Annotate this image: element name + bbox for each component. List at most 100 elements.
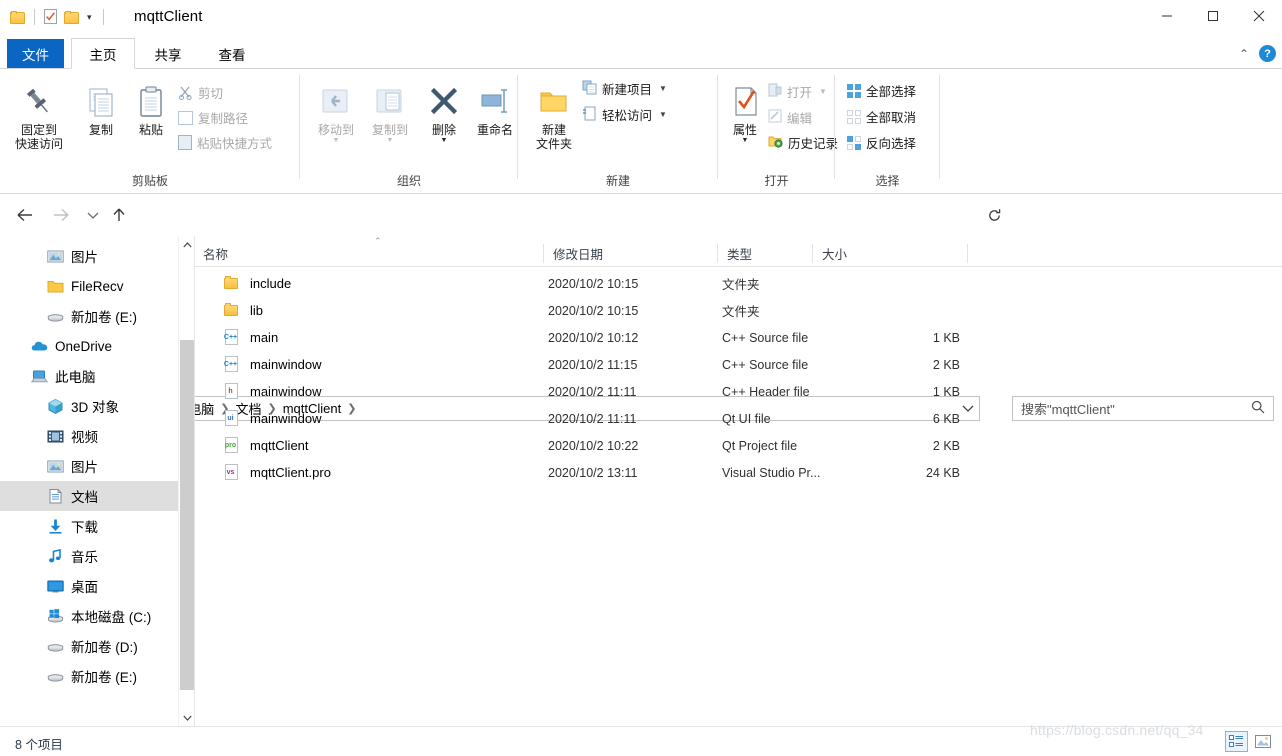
table-row[interactable]: include 2020/10/2 10:15 文件夹	[195, 270, 1282, 297]
properties-icon[interactable]	[44, 9, 58, 25]
column-header-name[interactable]: 名称	[203, 240, 548, 267]
edit-button[interactable]: 编辑	[768, 107, 812, 128]
sidebar-item-11[interactable]: 音乐	[0, 541, 178, 571]
file-name-cell[interactable]: include	[223, 270, 291, 297]
table-row[interactable]: vs mqttClient.pro 2020/10/2 13:11 Visual St…	[195, 459, 1282, 486]
sidebar-item-6[interactable]: 3D 对象	[0, 391, 178, 421]
chevron-down-icon[interactable]: ▼	[659, 84, 667, 93]
cut-label: 剪切	[198, 87, 224, 101]
move-to-button[interactable]: 移动到 ▼	[305, 77, 367, 144]
folder-icon[interactable]	[10, 10, 25, 24]
copy-path-button[interactable]: 复制路径	[178, 107, 248, 128]
open-button[interactable]: 打开 ▼	[768, 81, 827, 102]
tab-share[interactable]: 共享	[137, 38, 199, 69]
tab-file[interactable]: 文件	[7, 39, 64, 69]
file-name-cell[interactable]: ui mainwindow	[223, 405, 322, 432]
history-button[interactable]: 历史记录	[768, 132, 838, 153]
help-icon[interactable]: ?	[1259, 45, 1276, 62]
sidebar-item-10[interactable]: 下载	[0, 511, 178, 541]
file-name-cell[interactable]: C++ main	[223, 324, 278, 351]
sidebar-item-13[interactable]: 本地磁盘 (C:)	[0, 601, 178, 631]
paste-button[interactable]: 粘贴	[120, 77, 182, 137]
sidebar-item-4[interactable]: OneDrive	[0, 331, 178, 361]
copy-to-button[interactable]: 复制到 ▼	[359, 77, 421, 144]
column-sep-4[interactable]	[967, 244, 968, 263]
sidebar-item-14[interactable]: 新加卷 (D:)	[0, 631, 178, 661]
sidebar-item-8[interactable]: 图片	[0, 451, 178, 481]
cut-button[interactable]: 剪切	[178, 82, 223, 103]
column-header-size[interactable]: 大小	[822, 240, 962, 267]
easy-access-button[interactable]: 轻松访问 ▼	[582, 104, 667, 125]
sidebar-item-1[interactable]: 图片	[0, 241, 178, 271]
sidebar-item-9[interactable]: 文档	[0, 481, 178, 511]
chevron-down-icon[interactable]: ▼	[305, 137, 367, 144]
pictures-icon	[46, 247, 64, 265]
file-name-cell[interactable]: h mainwindow	[223, 378, 322, 405]
chevron-down-icon-2[interactable]: ▼	[359, 137, 421, 144]
sidebar-item-3[interactable]: 新加卷 (E:)	[0, 301, 178, 331]
minimize-button[interactable]	[1144, 0, 1190, 31]
table-row[interactable]: ui mainwindow 2020/10/2 11:11 Qt UI file 6 K…	[195, 405, 1282, 432]
window-title: mqttClient	[134, 8, 203, 25]
up-button[interactable]	[106, 198, 132, 232]
recent-locations-button[interactable]	[80, 198, 105, 232]
invert-selection-button[interactable]: 反向选择	[847, 132, 916, 153]
column-header-type[interactable]: 类型	[727, 240, 812, 267]
file-name-cell[interactable]: lib	[223, 297, 263, 324]
file-explorer-window: ▾ mqttClient 文件 主页 共享 查看 ⌃ ? 固定到 快速访问 复制…	[0, 0, 1282, 756]
this-pc-icon	[30, 367, 48, 385]
tab-home[interactable]: 主页	[71, 38, 135, 69]
scroll-down-icon[interactable]	[179, 709, 195, 726]
select-none-button[interactable]: 全部取消	[847, 106, 916, 127]
chevron-down-icon-3[interactable]: ▼	[413, 137, 475, 144]
scrollbar-thumb[interactable]	[180, 340, 194, 690]
file-name-cell[interactable]: C++ mainwindow	[223, 351, 322, 378]
sidebar-item-2[interactable]: FileRecv	[0, 271, 178, 301]
new-item-button[interactable]: 新建项目 ▼	[582, 78, 667, 99]
table-row[interactable]: h mainwindow 2020/10/2 11:11 C++ Header fil…	[195, 378, 1282, 405]
chevron-down-icon-2[interactable]: ▼	[819, 87, 827, 96]
sidebar-item-5[interactable]: 此电脑	[0, 361, 178, 391]
paste-icon	[120, 77, 182, 119]
details-view-icon[interactable]	[1225, 731, 1248, 752]
table-row[interactable]: C++ mainwindow 2020/10/2 11:15 C++ Source f…	[195, 351, 1282, 378]
new-folder-icon[interactable]	[64, 10, 79, 24]
pin-to-quick-access-button[interactable]: 固定到 快速访问	[8, 77, 70, 151]
maximize-button[interactable]	[1190, 0, 1236, 31]
column-header-date[interactable]: 修改日期	[553, 240, 718, 267]
column-sep-1[interactable]	[543, 244, 544, 263]
file-name-label: mqttClient	[250, 438, 309, 453]
caret-up-icon[interactable]: ⌃	[1239, 47, 1249, 61]
select-all-button[interactable]: 全部选择	[847, 80, 916, 101]
refresh-button[interactable]	[982, 198, 1007, 232]
column-sep-2[interactable]	[717, 244, 718, 263]
large-icons-view-icon[interactable]	[1251, 731, 1274, 752]
edit-label: 编辑	[787, 112, 813, 126]
close-button[interactable]	[1236, 0, 1282, 31]
table-row[interactable]: lib 2020/10/2 10:15 文件夹	[195, 297, 1282, 324]
chevron-down-icon-2[interactable]: ▼	[659, 110, 667, 119]
table-row[interactable]: pro mqttClient 2020/10/2 10:22 Qt Project f…	[195, 432, 1282, 459]
properties-button[interactable]: 属性 ▼	[714, 77, 776, 144]
chevron-down-icon[interactable]: ▾	[85, 12, 94, 22]
chevron-down-icon[interactable]: ▼	[714, 137, 776, 144]
copy-path-icon	[178, 110, 193, 125]
forward-button[interactable]	[45, 198, 77, 232]
sidebar-item-12[interactable]: 桌面	[0, 571, 178, 601]
scroll-up-icon[interactable]	[179, 236, 195, 253]
file-size-cell: 2 KB	[932, 357, 960, 372]
paste-shortcut-button[interactable]: 粘贴快捷方式	[178, 132, 272, 153]
sidebar-item-7[interactable]: 视频	[0, 421, 178, 451]
folder-icon	[223, 302, 240, 319]
sidebar-item-15[interactable]: 新加卷 (E:)	[0, 661, 178, 691]
file-name-cell[interactable]: pro mqttClient	[223, 432, 309, 459]
back-button[interactable]	[9, 198, 41, 232]
table-row[interactable]: C++ main 2020/10/2 10:12 C++ Source file 1 K…	[195, 324, 1282, 351]
sidebar-scrollbar[interactable]	[178, 236, 195, 726]
group-label-clipboard: 剪贴板	[131, 174, 168, 188]
paste-shortcut-label: 粘贴快捷方式	[197, 137, 273, 151]
tab-view[interactable]: 查看	[201, 38, 263, 69]
column-sep-3[interactable]	[812, 244, 813, 263]
file-name-cell[interactable]: vs mqttClient.pro	[223, 459, 331, 486]
new-folder-button[interactable]: 新建 文件夹	[523, 77, 585, 151]
